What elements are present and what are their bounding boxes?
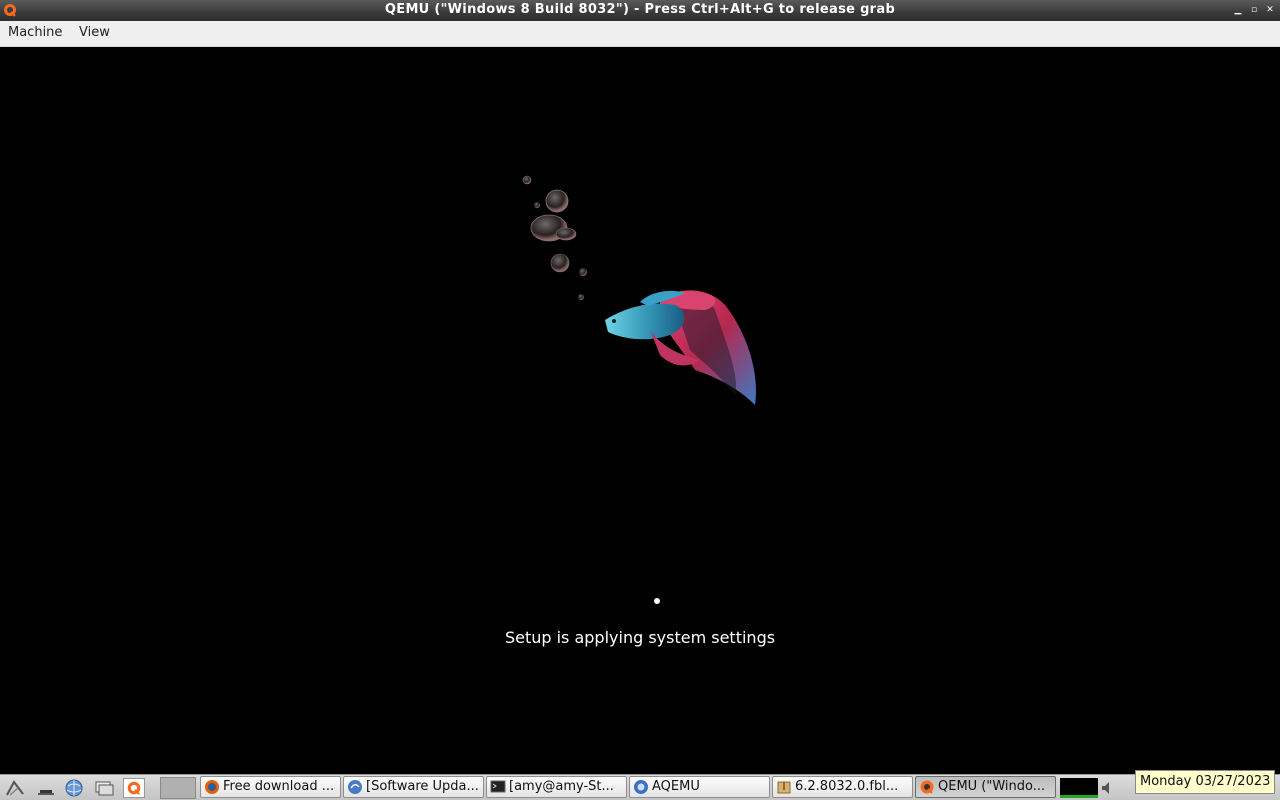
progress-spinner [654, 598, 660, 604]
firefox-icon [205, 780, 219, 794]
aqemu-icon [634, 780, 648, 794]
window-titlebar[interactable]: QEMU ("Windows 8 Build 8032") - Press Ct… [0, 0, 1280, 21]
start-menu-icon[interactable] [4, 778, 26, 798]
file-manager-icon[interactable] [93, 778, 115, 798]
guest-screen[interactable]: Setup is applying system settings [0, 47, 1280, 774]
menu-machine[interactable]: Machine [8, 25, 62, 40]
task-aqemu[interactable]: AQEMU [629, 776, 770, 798]
qemu-icon [920, 780, 934, 794]
window-title: QEMU ("Windows 8 Build 8032") - Press Ct… [384, 2, 896, 17]
betta-fish-image [522, 175, 756, 405]
task-archive[interactable]: 6.2.8032.0.fbl... [772, 776, 913, 798]
terminal-icon [490, 780, 506, 793]
taskbar: Free download ... [Software Upda... [amy… [0, 774, 1280, 800]
clock-tooltip: Monday 03/27/2023 [1135, 770, 1276, 794]
workspace-pager[interactable] [160, 777, 196, 799]
archive-icon [777, 781, 791, 794]
qemu-launcher-icon[interactable] [123, 778, 145, 798]
task-terminal[interactable]: [amy@amy-St... [486, 776, 627, 798]
menu-view[interactable]: View [79, 25, 110, 40]
minimize-button[interactable]: ▁ [1232, 4, 1244, 16]
close-button[interactable]: ✕ [1264, 4, 1276, 16]
task-qemu[interactable]: QEMU ("Windo... [915, 776, 1056, 798]
task-software-update[interactable]: [Software Upda... [343, 776, 484, 798]
volume-icon[interactable] [1100, 780, 1116, 796]
software-update-icon [348, 780, 362, 794]
browser-launcher-icon[interactable] [63, 778, 85, 798]
task-firefox[interactable]: Free download ... [200, 776, 341, 798]
menubar: Machine View [0, 21, 1280, 47]
show-desktop-icon[interactable] [34, 778, 56, 798]
desktop: QEMU ("Windows 8 Build 8032") - Press Ct… [0, 0, 1280, 800]
maximize-button[interactable]: ▫ [1248, 4, 1260, 16]
cpu-monitor-graph [1060, 778, 1098, 798]
setup-status-text: Setup is applying system settings [504, 628, 776, 647]
